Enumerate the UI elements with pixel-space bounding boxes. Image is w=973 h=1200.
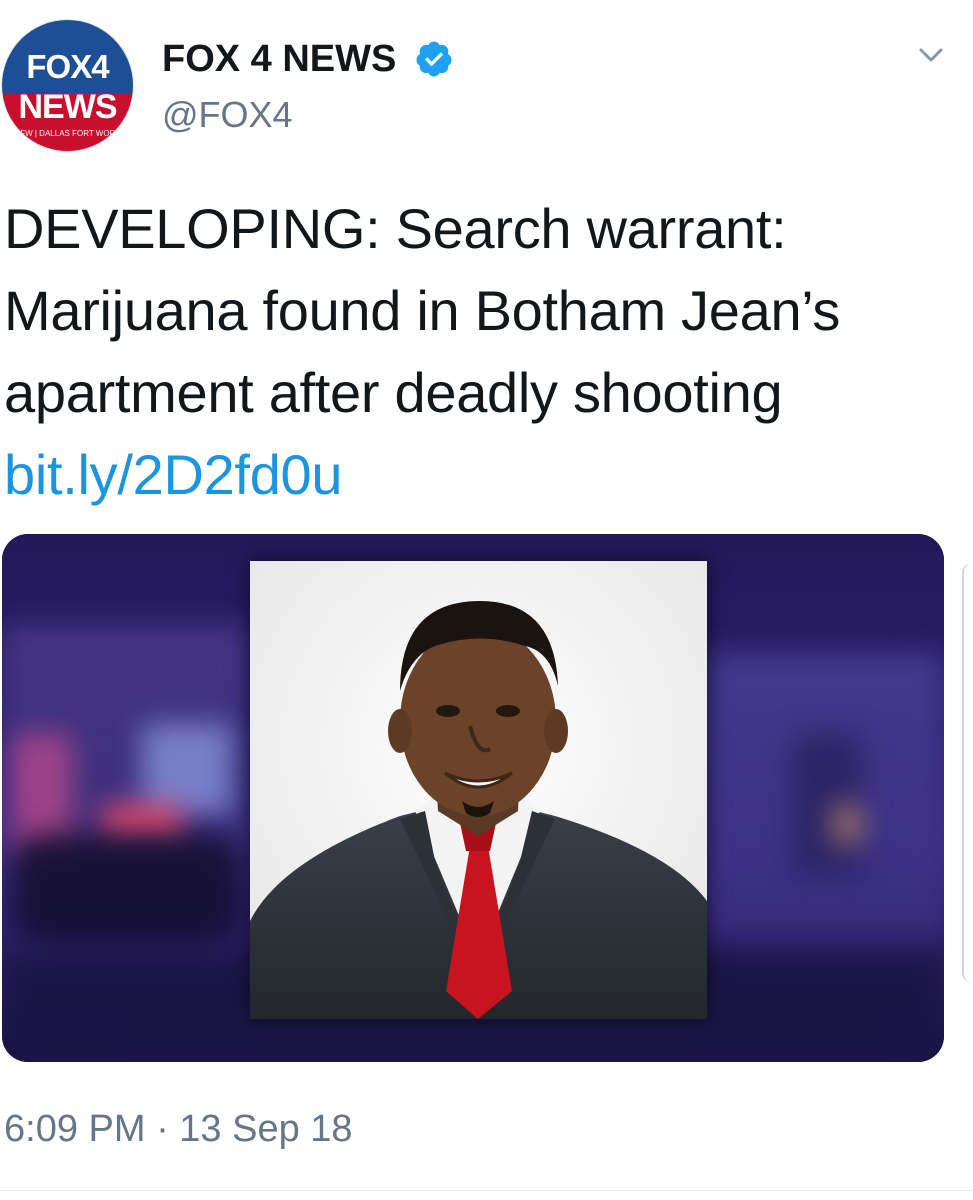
blurred-window-left — [142, 724, 232, 814]
chevron-down-icon[interactable] — [908, 36, 954, 76]
portrait-illustration — [250, 561, 707, 1019]
blurred-car — [12, 834, 242, 944]
tweet-media-image[interactable] — [2, 534, 944, 1062]
tweet-text-line: apartment after deadly shooting — [4, 361, 783, 424]
tweet-link[interactable]: bit.ly/2D2fd0u — [4, 443, 343, 506]
scroll-edge — [962, 563, 973, 983]
portrait-photo — [250, 561, 707, 1019]
blurred-light-right — [832, 804, 862, 844]
tweet-text-line: DEVELOPING: Search warrant: — [4, 197, 787, 260]
avatar-logo-line1: FOX4 — [26, 48, 109, 85]
tweet-text-line: Marijuana found in Botham Jean’s — [4, 279, 841, 342]
divider — [0, 1190, 973, 1191]
avatar-logo-line3: KDFW | DALLAS FORT WORTH — [9, 129, 126, 138]
display-name[interactable]: FOX 4 NEWS — [162, 36, 396, 82]
tweet-timestamp[interactable]: 6:09 PM · 13 Sep 18 — [4, 1104, 353, 1154]
avatar-logo-line2: NEWS — [18, 88, 118, 126]
tweet: FOX4 NEWS KDFW | DALLAS FORT WORTH FOX 4… — [0, 0, 973, 1200]
avatar[interactable]: FOX4 NEWS KDFW | DALLAS FORT WORTH — [2, 20, 133, 151]
verified-badge-icon — [416, 41, 452, 77]
tweet-text: DEVELOPING: Search warrant: Marijuana fo… — [4, 188, 964, 516]
user-handle[interactable]: @FOX4 — [162, 93, 293, 137]
